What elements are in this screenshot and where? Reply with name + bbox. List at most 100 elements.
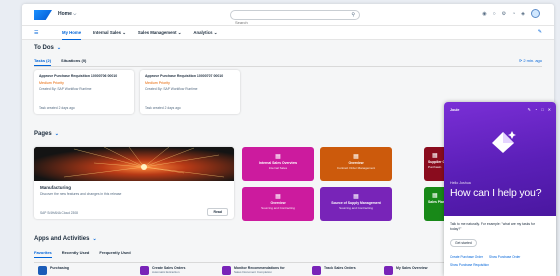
manufacturing-card[interactable]: Manufacturing Discover the new features … <box>34 147 234 219</box>
app-label: Purchasing <box>50 266 70 270</box>
app-icon <box>140 266 149 275</box>
tab-my-home[interactable]: My Home <box>62 30 82 40</box>
app-icon <box>222 266 231 275</box>
tab-situations[interactable]: Situations (0) <box>61 58 86 63</box>
close-icon[interactable]: ✕ <box>548 107 551 112</box>
joule-title: Joule <box>450 108 460 112</box>
tab-label: Internal Sales <box>93 30 122 35</box>
nav-tabs: My Home Internal Sales ⌄ Sales Managemen… <box>62 30 217 40</box>
shell-title-label: Home <box>58 11 72 17</box>
apps-tabs: Favorites Recently Used Frequently Used <box>34 250 131 258</box>
tile-contract-overview[interactable]: ▦ Overview Contract Order Management <box>320 147 392 181</box>
task-priority: Medium Priority <box>145 81 170 85</box>
refresh-status[interactable]: ⟳ 2 min. ago <box>519 58 542 63</box>
shell-title[interactable]: Home ⌵ <box>58 11 76 17</box>
space-nav: ☰ My Home Internal Sales ⌄ Sales Managem… <box>22 26 554 40</box>
tab-frequently-used[interactable]: Frequently Used <box>99 250 130 255</box>
manufacturing-image <box>34 147 234 181</box>
joule-diamond-icon <box>492 131 516 153</box>
tile-name: Overview <box>348 161 364 165</box>
search-icon[interactable]: ⚲ <box>351 12 355 18</box>
task-date: Task created 2 days ago <box>145 106 181 110</box>
new-chat-icon[interactable]: ✎ <box>527 107 530 112</box>
app-sublabel: Sales Document Completion <box>234 270 273 274</box>
chevron-down-icon: ⌵ <box>73 11 77 16</box>
todos-title: To Dos ⌄ <box>34 45 61 51</box>
app-label: Track Sales Orders <box>324 266 356 270</box>
task-creator: Created By: SAP Workflow Runtime <box>39 87 92 91</box>
search-field[interactable]: ⚲ <box>230 10 360 27</box>
chevron-down-icon[interactable]: ⌄ <box>57 45 61 51</box>
tab-favorites[interactable]: Favorites <box>34 250 52 258</box>
settings-icon[interactable]: ⚙ <box>502 11 506 18</box>
history-icon[interactable]: ◔ <box>512 11 515 18</box>
task-title: Approve Purchase Requisition 10000707 00… <box>145 74 224 78</box>
joule-actions: ✎ ◔ □ ✕ <box>527 107 551 112</box>
app-create-sales-orders[interactable]: Create Sales Orders Automatic Extraction <box>140 266 185 276</box>
tab-analytics[interactable]: Analytics ⌄ <box>193 30 217 36</box>
suggestion-link[interactable]: Show Purchase Order <box>489 255 520 260</box>
pages-title-label: Pages <box>34 131 52 137</box>
suggestion-link[interactable]: Create Purchase Order <box>450 255 483 260</box>
tile-source-of-supply[interactable]: ▦ Source of Supply Management Sourcing a… <box>320 187 392 221</box>
app-icon <box>312 266 321 275</box>
tab-recently-used[interactable]: Recently Used <box>62 250 90 255</box>
shell-bar: Home ⌵ ⚲ ◉ ○ ⚙ ◔ ◈ <box>22 4 554 27</box>
tile-icon: ▦ <box>275 154 281 160</box>
tile-icon: ▦ <box>353 194 359 200</box>
tile-name: Source of Supply Management <box>331 201 381 205</box>
pages-title: Pages ⌄ <box>34 131 59 137</box>
card-subtitle: Discover the new features and changes in… <box>40 192 122 196</box>
apps-title: Apps and Activities ⌄ <box>34 236 97 242</box>
refresh-icon: ⟳ <box>518 58 523 63</box>
avatar[interactable] <box>531 9 540 18</box>
chevron-down-icon: ⌄ <box>177 30 182 35</box>
chevron-down-icon: ⌄ <box>213 30 218 35</box>
app-my-sales-overview[interactable]: My Sales Overview <box>384 266 428 276</box>
help-icon[interactable]: ○ <box>493 11 496 18</box>
history-icon[interactable]: ◔ <box>535 107 537 112</box>
joule-header: Joule ✎ ◔ □ ✕ Hello Joshua How can I hel… <box>444 102 556 216</box>
tile-internal-sales-overview[interactable]: ▦ Internal Sales Overview Internal Sales <box>242 147 314 181</box>
tile-sub: Sourcing and Contracting <box>339 206 373 210</box>
app-purchasing[interactable]: Purchasing <box>38 266 69 276</box>
tab-tasks[interactable]: Tasks (2) <box>34 58 52 66</box>
todos-tabs: Tasks (2) Situations (0) <box>34 58 86 66</box>
tile-icon: ▦ <box>353 154 359 160</box>
tab-sales-management[interactable]: Sales Management ⌄ <box>138 30 182 36</box>
card-title: Manufacturing <box>40 185 71 190</box>
app-sublabel: Automatic Extraction <box>152 270 180 274</box>
tile-sub: Contract Order Management <box>336 166 376 170</box>
card-footer: SAP S/4HANA Cloud 2308 <box>40 211 78 215</box>
app-monitor-recommendations[interactable]: Monitor Recommendations for Sales Documen… <box>222 266 285 276</box>
chevron-down-icon[interactable]: ⌄ <box>92 236 96 242</box>
chevron-down-icon: ⌄ <box>122 30 126 35</box>
tile-icon: ▦ <box>275 194 281 200</box>
app-label: My Sales Overview <box>396 266 428 270</box>
joule-icon[interactable]: ◈ <box>521 11 525 18</box>
task-card[interactable]: Approve Purchase Requisition 10000706 00… <box>34 70 134 114</box>
edit-icon[interactable]: ✎ <box>538 29 542 35</box>
app-track-sales-orders[interactable]: Track Sales Orders <box>312 266 356 276</box>
task-date: Task created 2 days ago <box>39 106 75 110</box>
task-card[interactable]: Approve Purchase Requisition 10000707 00… <box>140 70 240 114</box>
joule-suggestions: Create Purchase Order Show Purchase Orde… <box>450 255 550 268</box>
get-started-button[interactable]: Get started <box>450 239 477 247</box>
tile-sourcing-overview[interactable]: ▦ Overview Sourcing and Contracting <box>242 187 314 221</box>
tile-name: Internal Sales Overview <box>258 161 298 165</box>
divider <box>34 66 542 67</box>
read-button[interactable]: Read <box>207 208 228 216</box>
tab-internal-sales[interactable]: Internal Sales ⌄ <box>93 30 126 36</box>
task-priority: Medium Priority <box>39 81 64 85</box>
notification-icon[interactable]: ◉ <box>482 11 486 18</box>
app-icon <box>38 266 47 275</box>
divider <box>34 262 444 263</box>
tile-icon: ▦ <box>432 153 438 159</box>
expand-icon[interactable]: □ <box>541 107 543 112</box>
tile-sub: Internal Sales <box>268 166 288 170</box>
menu-icon[interactable]: ☰ <box>34 30 38 36</box>
suggestion-link[interactable]: Show Purchase Requisition <box>450 263 489 268</box>
sap-logo[interactable] <box>34 10 52 20</box>
joule-greeting: Hello Joshua <box>450 181 471 185</box>
chevron-down-icon[interactable]: ⌄ <box>55 131 59 137</box>
